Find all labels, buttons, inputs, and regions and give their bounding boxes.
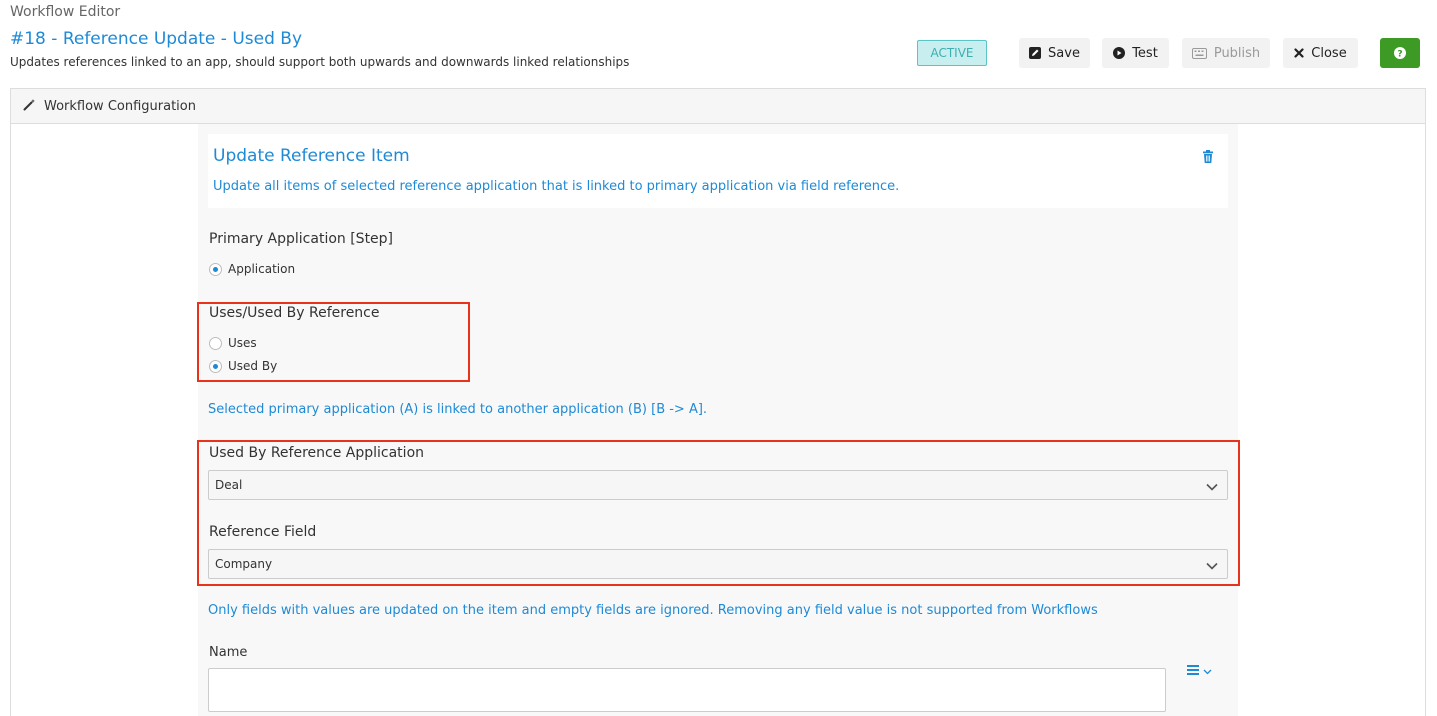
chevron-down-icon <box>1203 660 1212 679</box>
panel-header: Workflow Configuration <box>11 89 1425 124</box>
publish-button-label: Publish <box>1213 45 1261 61</box>
test-button-label: Test <box>1132 45 1158 61</box>
primary-application-label: Primary Application [Step] <box>209 231 394 247</box>
workflow-description: Updates references linked to an app, sho… <box>10 55 630 69</box>
radio-uses[interactable]: Uses <box>209 336 257 350</box>
panel-title: Workflow Configuration <box>44 98 196 114</box>
step-title: Update Reference Item <box>213 146 410 166</box>
reference-field-label: Reference Field <box>209 524 317 540</box>
publish-button[interactable]: Publish <box>1182 38 1270 68</box>
step-editor <box>198 124 1238 716</box>
radio-label: Used By <box>228 359 278 373</box>
keyboard-icon <box>1191 47 1207 59</box>
step-description: Update all items of selected reference a… <box>213 179 900 194</box>
magic-wand-icon <box>23 98 36 115</box>
app-title: Workflow Editor <box>10 4 121 20</box>
question-icon: ? <box>1394 44 1406 63</box>
close-button-label: Close <box>1311 45 1347 61</box>
help-button[interactable]: ? <box>1380 38 1420 68</box>
reference-field-value: Company <box>215 557 273 571</box>
reference-application-value: Deal <box>215 478 243 492</box>
step-card: Update Reference Item Update all items o… <box>208 134 1228 208</box>
radio-label: Application <box>228 262 296 276</box>
reference-application-select[interactable]: Deal <box>208 470 1228 500</box>
save-button-label: Save <box>1048 45 1080 61</box>
workflow-title: #18 - Reference Update - Used By <box>10 29 303 49</box>
name-label: Name <box>209 645 248 660</box>
save-button[interactable]: Save <box>1019 38 1090 68</box>
edit-icon <box>1029 47 1042 59</box>
reference-field-select[interactable]: Company <box>208 549 1228 579</box>
test-button[interactable]: Test <box>1102 38 1169 68</box>
svg-text:?: ? <box>1397 49 1402 59</box>
close-icon <box>1294 48 1304 58</box>
field-menu-toggle[interactable] <box>1187 660 1212 679</box>
radio-button[interactable] <box>209 336 222 350</box>
play-icon <box>1113 47 1126 59</box>
status-badge: ACTIVE <box>917 40 987 66</box>
trash-icon[interactable] <box>1202 148 1214 167</box>
radio-button[interactable] <box>209 262 222 276</box>
reference-direction-label: Uses/Used By Reference <box>209 305 380 321</box>
list-menu-icon <box>1187 660 1199 679</box>
fields-note: Only fields with values are updated on t… <box>208 603 1098 618</box>
chevron-down-icon <box>1206 559 1218 573</box>
radio-used-by[interactable]: Used By <box>209 359 277 373</box>
name-input[interactable] <box>208 668 1166 712</box>
radio-label: Uses <box>228 336 257 350</box>
radio-button[interactable] <box>209 359 222 373</box>
radio-application[interactable]: Application <box>209 262 295 276</box>
chevron-down-icon <box>1206 480 1218 494</box>
reference-application-label: Used By Reference Application <box>209 445 425 461</box>
close-button[interactable]: Close <box>1283 38 1358 68</box>
reference-direction-info: Selected primary application (A) is link… <box>208 402 708 417</box>
